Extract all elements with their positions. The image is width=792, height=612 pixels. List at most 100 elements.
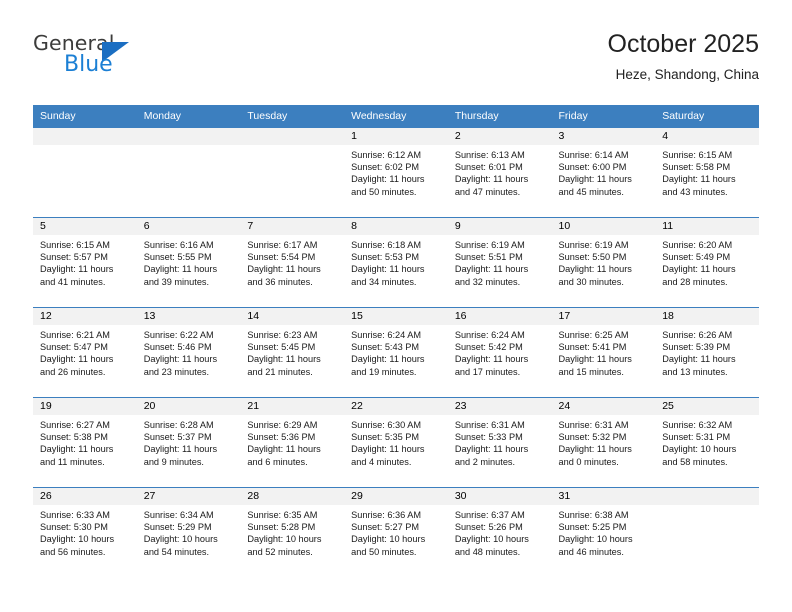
calendar-day-cell[interactable]: 2 Sunrise: 6:13 AM Sunset: 6:01 PM Daylight… xyxy=(447,127,552,218)
daylight-text-line1: Daylight: 11 hours xyxy=(40,444,114,455)
calendar-day-cell[interactable]: 3 Sunrise: 6:14 AM Sunset: 6:00 PM Daylight… xyxy=(551,127,656,218)
daylight-text-line2: and 45 minutes. xyxy=(558,186,624,197)
day-details: Sunrise: 6:28 AM Sunset: 5:37 PM Daylight:… xyxy=(137,415,241,468)
daylight-text-line1: Daylight: 11 hours xyxy=(454,264,529,275)
daylight-text-line2: and 50 minutes. xyxy=(351,186,417,197)
calendar-day-cell[interactable]: 24 Sunrise: 6:31 AM Sunset: 5:32 PM Dayligh… xyxy=(551,397,656,488)
daylight-text-line2: and 43 minutes. xyxy=(662,186,728,197)
calendar-day-cell[interactable]: 31 Sunrise: 6:38 AM Sunset: 5:25 PM Dayligh… xyxy=(551,487,656,577)
weekday-header-sunday: Sunday xyxy=(33,105,137,128)
day-number: 17 xyxy=(551,308,656,325)
sunrise-text: Sunrise: 6:15 AM xyxy=(40,240,110,250)
daylight-text-line2: and 39 minutes. xyxy=(143,276,210,287)
day-number: 23 xyxy=(447,398,552,415)
calendar-cell-empty xyxy=(136,127,241,218)
calendar-day-cell[interactable]: 4 Sunrise: 6:15 AM Sunset: 5:58 PM Daylight… xyxy=(655,127,759,218)
calendar-day-cell[interactable]: 11 Sunrise: 6:20 AM Sunset: 5:49 PM Dayligh… xyxy=(655,217,759,308)
calendar-week-row: 19 Sunrise: 6:27 AM Sunset: 5:38 PM Dayligh… xyxy=(33,397,759,488)
calendar-day-cell[interactable]: 9 Sunrise: 6:19 AM Sunset: 5:51 PM Daylight… xyxy=(447,217,552,308)
sunrise-sunset-calendar: Sunday Monday Tuesday Wednesday Thursday… xyxy=(33,105,759,577)
day-number xyxy=(136,128,241,145)
daylight-text-line1: Daylight: 11 hours xyxy=(558,264,632,275)
calendar-day-cell[interactable]: 1 Sunrise: 6:12 AM Sunset: 6:02 PM Daylight… xyxy=(344,127,448,218)
day-number: 21 xyxy=(240,398,345,415)
daylight-text-line1: Daylight: 11 hours xyxy=(143,264,218,275)
calendar-body: 1 Sunrise: 6:12 AM Sunset: 6:02 PM Daylight… xyxy=(33,127,759,577)
title-block: October 2025 Heze, Shandong, China xyxy=(608,28,760,84)
sunrise-text: Sunrise: 6:12 AM xyxy=(351,150,422,160)
sunset-text: Sunset: 5:45 PM xyxy=(247,342,316,353)
calendar-day-cell[interactable]: 15 Sunrise: 6:24 AM Sunset: 5:43 PM Dayligh… xyxy=(344,307,448,398)
calendar-day-cell[interactable]: 20 Sunrise: 6:28 AM Sunset: 5:37 PM Dayligh… xyxy=(136,397,241,488)
sunrise-text: Sunrise: 6:29 AM xyxy=(247,420,318,430)
daylight-text-line1: Daylight: 10 hours xyxy=(662,444,737,455)
daylight-text-line2: and 6 minutes. xyxy=(247,456,308,467)
calendar-day-cell[interactable]: 17 Sunrise: 6:25 AM Sunset: 5:41 PM Dayligh… xyxy=(551,307,656,398)
daylight-text-line2: and 34 minutes. xyxy=(351,276,417,287)
cell-inner: 6 Sunrise: 6:16 AM Sunset: 5:55 PM Daylight… xyxy=(136,218,241,307)
cell-inner: 2 Sunrise: 6:13 AM Sunset: 6:01 PM Daylight… xyxy=(447,128,552,217)
calendar-day-cell[interactable]: 8 Sunrise: 6:18 AM Sunset: 5:53 PM Daylight… xyxy=(344,217,448,308)
daylight-text-line1: Daylight: 11 hours xyxy=(351,444,425,455)
calendar-day-cell[interactable]: 12 Sunrise: 6:21 AM Sunset: 5:47 PM Dayligh… xyxy=(33,307,137,398)
sunset-text: Sunset: 5:32 PM xyxy=(558,432,627,443)
calendar-day-cell[interactable]: 25 Sunrise: 6:32 AM Sunset: 5:31 PM Dayligh… xyxy=(655,397,759,488)
cell-inner: 5 Sunrise: 6:15 AM Sunset: 5:57 PM Daylight… xyxy=(33,218,137,307)
sunrise-text: Sunrise: 6:31 AM xyxy=(558,420,629,430)
sunrise-text: Sunrise: 6:13 AM xyxy=(454,150,525,160)
calendar-day-cell[interactable]: 26 Sunrise: 6:33 AM Sunset: 5:30 PM Dayligh… xyxy=(33,487,137,577)
calendar-day-cell[interactable]: 10 Sunrise: 6:19 AM Sunset: 5:50 PM Dayligh… xyxy=(551,217,656,308)
cell-inner: 26 Sunrise: 6:33 AM Sunset: 5:30 PM Dayligh… xyxy=(33,488,137,577)
day-details: Sunrise: 6:30 AM Sunset: 5:35 PM Daylight:… xyxy=(344,415,448,468)
sunrise-text: Sunrise: 6:24 AM xyxy=(351,330,422,340)
day-details: Sunrise: 6:18 AM Sunset: 5:53 PM Daylight:… xyxy=(344,235,448,288)
sunrise-text: Sunrise: 6:14 AM xyxy=(558,150,629,160)
cell-inner: 1 Sunrise: 6:12 AM Sunset: 6:02 PM Daylight… xyxy=(344,128,448,217)
daylight-text-line1: Daylight: 11 hours xyxy=(454,444,529,455)
sunrise-text: Sunrise: 6:30 AM xyxy=(351,420,422,430)
calendar-week-row: 26 Sunrise: 6:33 AM Sunset: 5:30 PM Dayligh… xyxy=(33,487,759,577)
sunset-text: Sunset: 5:35 PM xyxy=(351,432,420,443)
daylight-text-line1: Daylight: 11 hours xyxy=(351,264,425,275)
sunset-text: Sunset: 5:31 PM xyxy=(662,432,731,443)
daylight-text-line1: Daylight: 11 hours xyxy=(143,354,218,365)
calendar-day-cell[interactable]: 22 Sunrise: 6:30 AM Sunset: 5:35 PM Dayligh… xyxy=(344,397,448,488)
calendar-day-cell[interactable]: 13 Sunrise: 6:22 AM Sunset: 5:46 PM Dayligh… xyxy=(136,307,241,398)
calendar-day-cell[interactable]: 6 Sunrise: 6:16 AM Sunset: 5:55 PM Daylight… xyxy=(136,217,241,308)
daylight-text-line2: and 28 minutes. xyxy=(662,276,728,287)
day-number: 6 xyxy=(136,218,241,235)
day-details: Sunrise: 6:27 AM Sunset: 5:38 PM Daylight:… xyxy=(33,415,137,468)
sunset-text: Sunset: 5:28 PM xyxy=(247,522,316,533)
sunset-text: Sunset: 5:50 PM xyxy=(558,252,627,263)
day-details: Sunrise: 6:17 AM Sunset: 5:54 PM Daylight:… xyxy=(240,235,344,288)
general-blue-logo: General Blue xyxy=(33,33,153,81)
calendar-day-cell[interactable]: 14 Sunrise: 6:23 AM Sunset: 5:45 PM Dayligh… xyxy=(240,307,345,398)
calendar-day-cell[interactable]: 29 Sunrise: 6:36 AM Sunset: 5:27 PM Dayligh… xyxy=(344,487,448,577)
cell-inner: 29 Sunrise: 6:36 AM Sunset: 5:27 PM Dayligh… xyxy=(344,488,448,577)
calendar-day-cell[interactable]: 27 Sunrise: 6:34 AM Sunset: 5:29 PM Dayligh… xyxy=(136,487,241,577)
day-number: 9 xyxy=(447,218,552,235)
calendar-day-cell[interactable]: 23 Sunrise: 6:31 AM Sunset: 5:33 PM Dayligh… xyxy=(447,397,552,488)
calendar-day-cell[interactable]: 28 Sunrise: 6:35 AM Sunset: 5:28 PM Dayligh… xyxy=(240,487,345,577)
day-number: 4 xyxy=(655,128,759,145)
daylight-text-line2: and 58 minutes. xyxy=(662,456,728,467)
calendar-day-cell[interactable]: 19 Sunrise: 6:27 AM Sunset: 5:38 PM Dayligh… xyxy=(33,397,137,488)
calendar-day-cell[interactable]: 21 Sunrise: 6:29 AM Sunset: 5:36 PM Dayligh… xyxy=(240,397,345,488)
daylight-text-line1: Daylight: 11 hours xyxy=(558,444,632,455)
calendar-day-cell[interactable]: 5 Sunrise: 6:15 AM Sunset: 5:57 PM Daylight… xyxy=(33,217,137,308)
sunset-text: Sunset: 6:02 PM xyxy=(351,162,420,173)
calendar-day-cell[interactable]: 30 Sunrise: 6:37 AM Sunset: 5:26 PM Dayligh… xyxy=(447,487,552,577)
daylight-text-line1: Daylight: 11 hours xyxy=(454,174,529,185)
calendar-day-cell[interactable]: 16 Sunrise: 6:24 AM Sunset: 5:42 PM Dayligh… xyxy=(447,307,552,398)
calendar-day-cell[interactable]: 7 Sunrise: 6:17 AM Sunset: 5:54 PM Daylight… xyxy=(240,217,345,308)
daylight-text-line1: Daylight: 11 hours xyxy=(247,444,321,455)
sunset-text: Sunset: 5:30 PM xyxy=(40,522,108,533)
day-number xyxy=(33,128,137,145)
cell-inner: 27 Sunrise: 6:34 AM Sunset: 5:29 PM Dayligh… xyxy=(136,488,241,577)
day-details: Sunrise: 6:12 AM Sunset: 6:02 PM Daylight:… xyxy=(344,145,448,198)
daylight-text-line2: and 54 minutes. xyxy=(143,546,210,557)
day-details: Sunrise: 6:21 AM Sunset: 5:47 PM Daylight:… xyxy=(33,325,137,378)
calendar-day-cell[interactable]: 18 Sunrise: 6:26 AM Sunset: 5:39 PM Dayligh… xyxy=(655,307,759,398)
day-number: 28 xyxy=(240,488,345,505)
day-number: 27 xyxy=(136,488,241,505)
